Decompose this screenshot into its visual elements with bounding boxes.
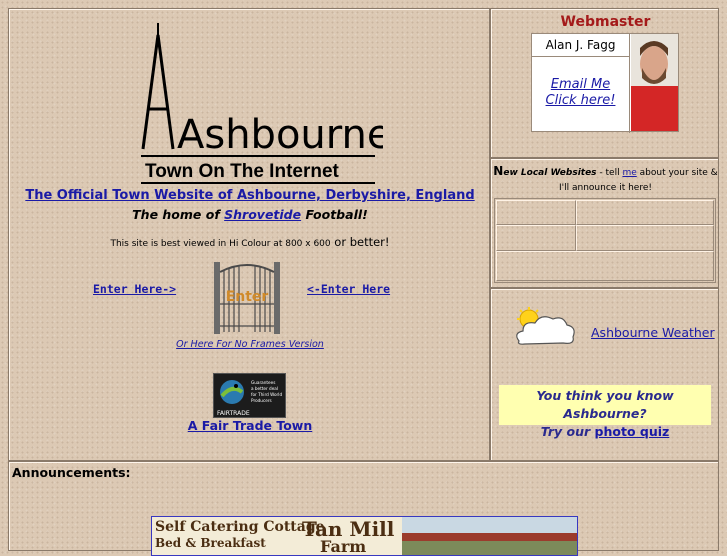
enter-here-right-link[interactable]: <-Enter Here (307, 282, 390, 296)
table-cell (576, 225, 714, 251)
quiz-prefix: Try our (540, 424, 595, 439)
banner-photo (402, 517, 577, 555)
best-viewed-note: This site is best viewed in Hi Colour at… (9, 235, 491, 249)
svg-text:FAIRTRADE: FAIRTRADE (217, 410, 250, 417)
webmaster-name: Alan J. Fagg (532, 34, 630, 57)
banner-line2: Bed & Breakfast (155, 536, 266, 550)
new-local-heading: ew Local Websites (503, 168, 597, 178)
webmaster-panel: Webmaster Alan J. Fagg Email Me Click he… (490, 8, 719, 158)
new-initial: N (493, 164, 504, 178)
home-suffix: Football! (301, 207, 368, 222)
official-site-link[interactable]: The Official Town Website of Ashbourne, … (25, 188, 474, 203)
tan-mill-farm-banner[interactable]: Self Catering Cottage Bed & Breakfast Ta… (151, 516, 578, 556)
announcements-panel: Announcements: Self Catering Cottage Bed… (8, 461, 719, 556)
table-cell (576, 200, 714, 225)
webmaster-box: Alan J. Fagg Email Me Click here! (531, 33, 679, 133)
announcements-title: Announcements: (12, 465, 131, 480)
main-panel: Ashbourne Town On The Internet The Offic… (8, 8, 490, 461)
svg-text:Town On The Internet: Town On The Internet (145, 161, 340, 182)
webmaster-title: Webmaster (560, 14, 651, 30)
home-prefix: The home of (132, 207, 225, 222)
best-viewed-big: or better! (330, 235, 390, 249)
webmaster-photo (631, 34, 678, 131)
new-websites-table (494, 198, 716, 283)
email-me-label: Email Me (550, 77, 611, 92)
table-cell (496, 225, 576, 251)
ashbourne-logo: Ashbourne Town On The Internet (141, 23, 383, 184)
fairtrade-logo[interactable]: FAIRTRADE Guarantees a better deal for T… (213, 373, 286, 418)
weather-cloud-icon[interactable] (511, 307, 579, 347)
webmaster-email-cell: Email Me Click here! (532, 57, 630, 133)
click-here-label: Click here! (545, 93, 616, 108)
banner-line1: Self Catering Cottage (155, 519, 325, 535)
official-site-line: The Official Town Website of Ashbourne, … (9, 188, 491, 203)
tell-me-link[interactable]: me (622, 168, 636, 178)
ashbourne-weather-link[interactable]: Ashbourne Weather (591, 325, 715, 340)
no-frames-link[interactable]: Or Here For No Frames Version (176, 339, 324, 350)
enter-here-left-link[interactable]: Enter Here-> (93, 282, 176, 296)
table-cell (496, 200, 576, 225)
new-local-websites-panel: New Local Websites - tell me about your … (490, 158, 719, 288)
svg-text:Guarantees a better de: Guarantees a better deal for Third World… (251, 380, 283, 403)
best-viewed-small: This site is best viewed in Hi Colour at… (110, 239, 331, 249)
no-frames-line: Or Here For No Frames Version (9, 339, 491, 350)
quiz-line2: Try our photo quiz (499, 423, 711, 441)
new-local-websites-text: New Local Websites - tell me about your … (491, 164, 720, 196)
email-me-link[interactable]: Email Me Click here! (546, 77, 616, 108)
shrovetide-line: The home of Shrovetide Football! (9, 207, 491, 222)
enter-gate-icon[interactable]: Enter (212, 256, 282, 336)
fairtrade-mark-icon: FAIRTRADE Guarantees a better deal for T… (217, 380, 283, 417)
banner-sub: Farm (320, 537, 367, 556)
fairtrade-town-link[interactable]: A Fair Trade Town (188, 418, 313, 433)
svg-text:Ashbourne: Ashbourne (177, 112, 383, 158)
photo-quiz-link[interactable]: photo quiz (595, 424, 670, 439)
photo-quiz-box: You think you know Ashbourne? Try our ph… (499, 385, 711, 439)
svg-text:Enter: Enter (226, 289, 269, 305)
new-local-text1: - tell (596, 168, 623, 178)
table-cell (496, 251, 714, 281)
fairtrade-line: A Fair Trade Town (9, 418, 491, 433)
shrovetide-link[interactable]: Shrovetide (224, 207, 301, 222)
weather-quiz-panel: Ashbourne Weather You think you know Ash… (490, 288, 719, 461)
quiz-question: You think you know Ashbourne? (536, 388, 674, 421)
